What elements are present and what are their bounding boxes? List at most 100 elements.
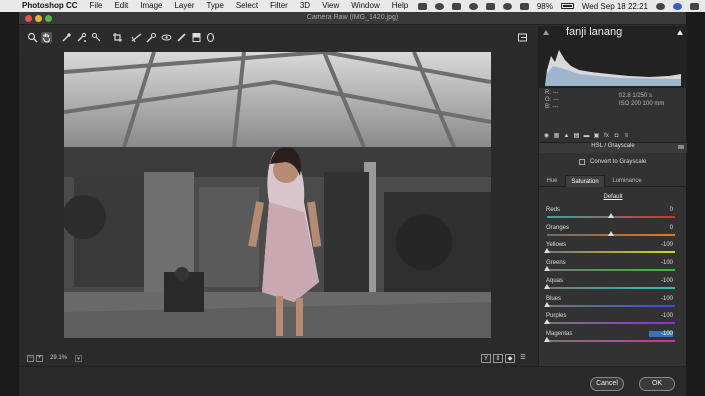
graduated-filter-icon[interactable] [191,32,202,43]
status-menu-area: 98% Wed Sep 18 22:21 [410,0,699,12]
slider-value[interactable]: -100 [649,330,673,337]
screen-icon[interactable] [417,2,427,10]
ok-button[interactable]: OK [639,377,675,391]
slider-thumb[interactable] [544,336,550,342]
cloud-icon[interactable] [434,2,444,10]
slider-value[interactable]: 0 [649,225,673,231]
menu-select[interactable]: Select [236,0,258,12]
menu-file[interactable]: File [90,0,103,12]
tab-luminance[interactable]: Luminance [606,175,648,187]
slider-thumb[interactable] [544,319,550,325]
slider-thumb[interactable] [608,230,614,236]
slider-label: Oranges [546,224,570,231]
slider-value[interactable]: -100 [649,296,673,302]
slider-track[interactable] [547,251,675,254]
presets-tab-icon[interactable]: ≡ [623,133,630,140]
slider-track[interactable] [547,339,675,342]
hand-tool-icon[interactable] [41,32,52,43]
readout-g: G: --- [545,97,559,103]
wifi-icon[interactable] [502,2,512,10]
slider-value[interactable]: -100 [649,260,673,266]
preview-status-bar: − + 29.1% ▾ Y ⇕ ◆ ☰ [19,352,538,366]
adjustment-brush-icon[interactable] [176,32,187,43]
slider-thumb[interactable] [544,266,550,272]
cancel-button[interactable]: Cancel [590,377,624,391]
menu-bar: Photoshop CC File Edit Image Layer Type … [0,0,705,12]
preview-settings-icon[interactable]: ☰ [518,354,528,363]
user-icon[interactable] [673,2,682,10]
airplay-icon[interactable] [451,2,461,10]
notification-center-icon[interactable] [690,2,699,10]
radial-filter-icon[interactable] [205,32,216,43]
search-icon[interactable] [656,2,665,10]
color-sampler-icon[interactable] [76,32,87,43]
spot-removal-icon[interactable] [146,32,157,43]
menubar-datetime[interactable]: Wed Sep 18 22:21 [582,2,648,11]
menu-view[interactable]: View [322,0,339,12]
slider-thumb[interactable] [608,213,614,218]
menu-filter[interactable]: Filter [270,0,288,12]
slider-thumb[interactable] [544,301,550,307]
lens-tab-icon[interactable]: ▣ [593,133,600,140]
slider-track[interactable] [547,304,675,307]
slider-track[interactable] [547,269,675,272]
battery-percent[interactable]: 98% [537,2,553,11]
menu-image[interactable]: Image [140,0,162,12]
menu-edit[interactable]: Edit [114,0,128,12]
camera-calibration-tab-icon[interactable]: ◘ [613,133,620,140]
readout-r: R: --- [545,90,559,96]
histogram-graph [545,50,681,86]
basic-tab-icon[interactable]: ◉ [543,133,550,140]
zoom-tool-icon[interactable] [27,32,38,43]
menu-type[interactable]: Type [206,0,223,12]
zoom-in-button[interactable]: + [36,355,43,362]
white-balance-icon[interactable] [61,32,72,43]
cycle-before-after-icon[interactable]: ⇕ [493,354,503,363]
hsl-subtabs: Hue Saturation Luminance [539,173,687,187]
red-eye-icon[interactable] [161,32,172,43]
default-link[interactable]: Default [539,194,687,200]
readout-b: B: --- [545,104,559,110]
detail-tab-icon[interactable]: ▲ [563,133,570,140]
slider-value[interactable]: 0 [649,207,673,213]
menu-help[interactable]: Help [392,0,408,12]
split-toning-tab-icon[interactable]: ▬ [583,133,590,140]
volume-icon[interactable] [519,2,529,10]
menu-window[interactable]: Window [351,0,379,12]
battery-icon[interactable] [560,3,574,9]
targeted-adjust-icon[interactable] [91,32,102,43]
slider-purples: Purples -100 [539,310,687,328]
slider-value[interactable]: -100 [649,278,673,284]
hsl-tab-icon[interactable]: ▤ [573,133,580,140]
zoom-dropdown[interactable]: ▾ [75,355,82,362]
slider-thumb[interactable] [544,248,550,254]
slider-value[interactable]: -100 [649,313,673,319]
swap-settings-icon[interactable]: ◆ [505,354,515,363]
zoom-out-button[interactable]: − [27,355,34,362]
convert-checkbox[interactable] [579,159,585,165]
camera-info: R: --- G: --- B: --- f/2.8 1/250 s ISO 2… [539,88,687,112]
convert-to-grayscale[interactable]: Convert to Grayscale [579,159,646,165]
straighten-icon[interactable] [131,32,142,43]
slider-thumb[interactable] [544,283,550,289]
bluetooth-icon[interactable] [485,2,495,10]
tone-curve-tab-icon[interactable]: ▦ [553,133,560,140]
convert-label: Convert to Grayscale [590,159,647,165]
crop-icon[interactable] [112,32,123,43]
preview-photo[interactable] [64,52,491,338]
menu-3d[interactable]: 3D [300,0,310,12]
view-mode-y-button[interactable]: Y [481,354,491,363]
slider-label: Reds [546,207,561,213]
slider-track[interactable] [547,286,675,289]
panel-menu-icon[interactable] [678,145,684,149]
tab-saturation[interactable]: Saturation [565,175,605,187]
slider-value[interactable]: -100 [649,242,673,248]
effects-tab-icon[interactable]: fx [603,133,610,140]
clock-icon[interactable] [468,2,478,10]
preview-area [19,50,538,352]
open-preferences-icon[interactable] [517,32,528,43]
slider-track[interactable] [547,322,675,325]
menu-app-name[interactable]: Photoshop CC [22,0,78,12]
menu-layer[interactable]: Layer [174,0,194,12]
tab-hue[interactable]: Hue [541,175,563,187]
